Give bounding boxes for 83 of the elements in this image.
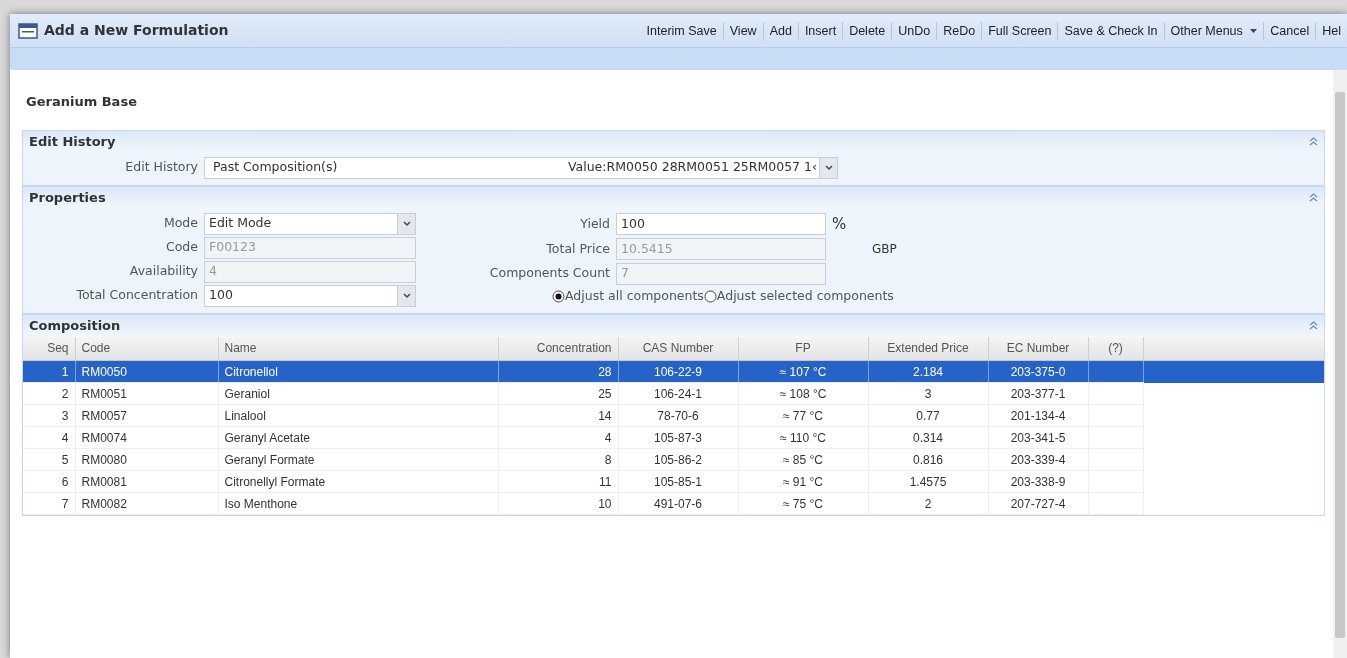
table-cell: Geranyl Formate <box>218 448 498 471</box>
column-header[interactable]: Name <box>218 336 498 361</box>
table-cell: 1 <box>23 360 75 383</box>
field-label: Yield <box>579 214 610 233</box>
toolbar-button[interactable]: Save & Check In <box>1057 21 1164 40</box>
radio-checked-icon[interactable] <box>552 290 565 304</box>
chevron-down-icon <box>824 164 833 171</box>
toolbar-button[interactable]: Full Screen <box>981 21 1058 40</box>
table-cell: ≈ 110 °C <box>738 426 868 449</box>
column-header[interactable]: Extended Price <box>868 336 988 361</box>
field-label: Edit History <box>124 158 198 177</box>
table-cell: Geranyl Acetate <box>218 426 498 449</box>
panel-title: Edit History <box>29 132 117 151</box>
column-header[interactable]: Seq <box>23 336 75 361</box>
field-label: Mode <box>162 214 198 233</box>
dropdown-field[interactable]: 100 <box>204 284 416 307</box>
table-cell: ≈ 107 °C <box>738 360 868 383</box>
collapse-icon[interactable] <box>1309 193 1318 202</box>
toolbar-button[interactable]: Delete <box>842 21 892 40</box>
table-cell: RM0081 <box>75 470 218 493</box>
scrollbar[interactable] <box>1333 70 1347 658</box>
chevron-down-icon <box>402 292 411 299</box>
table-cell: ≈ 91 °C <box>738 470 868 493</box>
table-cell: 5 <box>23 448 75 471</box>
table-cell: ≈ 85 °C <box>738 448 868 471</box>
toolbar-button[interactable]: UnDo <box>891 21 937 40</box>
table-cell: RM0050 <box>75 360 218 383</box>
table-cell: RM0057 <box>75 404 218 427</box>
table-cell: Geraniol <box>218 382 498 405</box>
table-cell: RM0051 <box>75 382 218 405</box>
panel-title: Composition <box>29 316 122 335</box>
table-cell: 4 <box>23 426 75 449</box>
radio-option[interactable]: Adjust selected components <box>703 287 894 307</box>
table-cell: Linalool <box>218 404 498 427</box>
dropdown-button[interactable] <box>397 213 415 234</box>
collapse-icon[interactable] <box>1309 321 1318 330</box>
unit-label: GBP <box>872 241 897 259</box>
toolbar-button[interactable]: Add <box>762 21 798 40</box>
table-cell: RM0080 <box>75 448 218 471</box>
dropdown-button[interactable] <box>397 285 415 306</box>
table-cell: 6 <box>23 470 75 493</box>
field-label: Total Price <box>545 239 610 258</box>
table-cell: Iso Menthone <box>218 492 498 515</box>
table-cell: Citronellyl Formate <box>218 470 498 493</box>
toolbar-button[interactable]: Other Menus <box>1163 21 1264 40</box>
dropdown-field[interactable]: Past Composition(s) Value:RM0050 28RM0051 25RM0057 1‹ <box>204 156 838 179</box>
field-label: Availability <box>128 262 198 281</box>
field-label: Total Concentration <box>75 286 198 305</box>
window-title: Add a New Formulation <box>44 21 229 40</box>
dropdown-button[interactable] <box>819 157 837 178</box>
table-cell: ≈ 75 °C <box>738 492 868 515</box>
toolbar-button[interactable]: Insert <box>797 21 843 40</box>
toolbar-button[interactable]: ReDo <box>936 21 982 40</box>
table-cell: ≈ 77 °C <box>738 404 868 427</box>
column-header[interactable]: Code <box>75 336 218 361</box>
table-cell: 3 <box>23 404 75 427</box>
chevron-down-icon <box>402 220 411 227</box>
column-header[interactable]: FP <box>738 336 868 361</box>
table-cell: Citronellol <box>218 360 498 383</box>
table-cell: 2 <box>23 382 75 405</box>
radio-icon[interactable] <box>703 290 717 304</box>
table-cell: 7 <box>23 492 75 515</box>
unit-label: % <box>832 213 848 235</box>
panel-title: Properties <box>29 188 107 207</box>
toolbar-button[interactable]: View <box>722 21 763 40</box>
table-cell: RM0082 <box>75 492 218 515</box>
field-label: Code <box>165 238 198 257</box>
toolbar-button[interactable]: Interim Save <box>640 21 723 40</box>
window-icon <box>18 22 38 39</box>
collapse-icon[interactable] <box>1309 137 1318 146</box>
column-header[interactable]: Concentration <box>498 336 618 361</box>
toolbar-button[interactable]: Cancel <box>1263 21 1316 40</box>
column-header[interactable]: CAS Number <box>618 336 738 361</box>
radio-option[interactable]: Adjust all components <box>552 287 704 307</box>
dropdown-field[interactable]: Edit Mode <box>204 212 416 235</box>
record-title: Geranium Base <box>25 93 138 111</box>
column-header[interactable]: EC Number <box>988 336 1088 361</box>
table-cell: RM0074 <box>75 426 218 449</box>
toolbar-button[interactable]: Hel <box>1315 21 1347 40</box>
caret-icon <box>1250 28 1258 34</box>
input-field[interactable]: 100 <box>616 213 826 236</box>
table-cell: ≈ 108 °C <box>738 382 868 405</box>
field-label: Components Count <box>488 264 610 283</box>
